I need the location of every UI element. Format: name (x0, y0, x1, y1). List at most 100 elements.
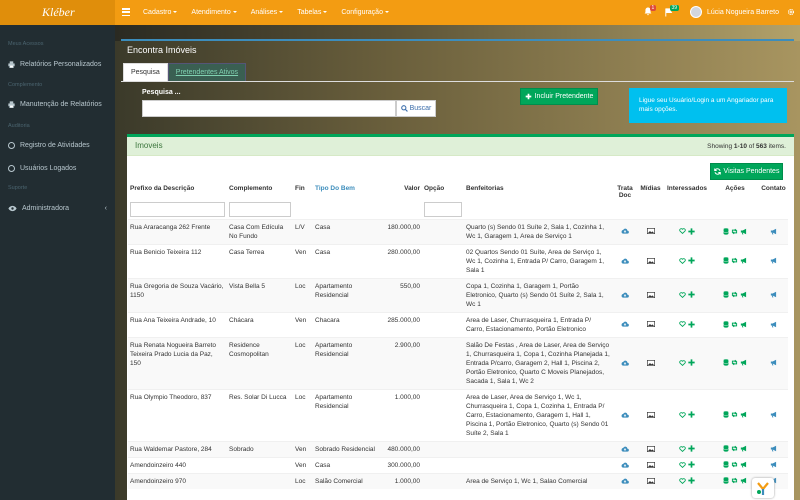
heart-outline-icon[interactable] (679, 228, 686, 235)
cloud-upload-icon[interactable] (621, 360, 629, 366)
bullhorn-icon[interactable] (740, 359, 748, 366)
megaphone-icon[interactable] (770, 461, 778, 468)
image-icon[interactable] (646, 291, 655, 298)
cloud-upload-icon[interactable] (621, 478, 629, 484)
plus-icon[interactable] (688, 228, 695, 235)
filter-complemento-input[interactable] (229, 202, 291, 218)
hamburger-menu-icon[interactable] (122, 8, 130, 17)
plus-icon[interactable] (688, 257, 695, 264)
heart-outline-icon[interactable] (679, 258, 686, 264)
bullhorn-icon[interactable] (740, 228, 748, 235)
col-opcao[interactable]: Opção (422, 183, 464, 201)
plus-icon[interactable] (688, 291, 695, 298)
megaphone-icon[interactable] (770, 291, 778, 298)
table-row[interactable]: Amendoinzeiro 970 Loc Salão Comercial 1.000… (128, 472, 788, 489)
megaphone-icon[interactable] (770, 445, 778, 452)
megaphone-icon[interactable] (770, 359, 778, 366)
sidebar-item-relatorios-personalizados[interactable]: Relatórios Personalizados (0, 54, 115, 74)
col-tipo-do-bem[interactable]: Tipo Do Bem (313, 183, 381, 201)
heart-outline-icon[interactable] (679, 412, 686, 418)
heart-outline-icon[interactable] (679, 462, 686, 468)
cloud-upload-icon[interactable] (621, 412, 629, 418)
tab-pretendentes-ativos[interactable]: Pretendentes Ativos (167, 63, 247, 81)
user-name[interactable]: Lúcia Nogueira Barreto (707, 0, 779, 25)
database-icon[interactable] (722, 461, 729, 468)
heart-outline-icon[interactable] (679, 360, 686, 366)
menu-tabelas[interactable]: Tabelas (297, 0, 328, 25)
col-valor[interactable]: Valor (381, 183, 422, 201)
heart-outline-icon[interactable] (679, 446, 686, 452)
menu-atendimento[interactable]: Atendimento (191, 0, 237, 25)
retweet-icon[interactable] (731, 445, 738, 452)
database-icon[interactable] (722, 291, 729, 298)
retweet-icon[interactable] (731, 411, 738, 418)
gear-icon[interactable] (787, 8, 795, 16)
sidebar-item-usuarios-logados[interactable]: Usuários Logados (0, 158, 115, 178)
plus-icon[interactable] (688, 445, 695, 452)
col-complemento[interactable]: Complemento (227, 183, 293, 201)
retweet-icon[interactable] (731, 477, 738, 484)
cloud-upload-icon[interactable] (621, 258, 629, 264)
table-row[interactable]: Rua Benicio Teixeira 112 Casa Terrea Ven Ca… (128, 243, 788, 278)
bullhorn-icon[interactable] (740, 477, 748, 484)
heart-outline-icon[interactable] (679, 292, 686, 298)
cloud-upload-icon[interactable] (621, 292, 629, 298)
image-icon[interactable] (646, 359, 655, 366)
menu-configuracao[interactable]: Configuração (341, 0, 389, 25)
database-icon[interactable] (722, 359, 729, 366)
table-row[interactable]: Rua Araracanga 262 Frente Casa Com Edícul… (128, 218, 788, 244)
megaphone-icon[interactable] (770, 411, 778, 418)
table-row[interactable]: Rua Ana Teixeira Andrade, 10 Chácara Ven Ch… (128, 311, 788, 337)
image-icon[interactable] (646, 411, 655, 418)
cloud-upload-icon[interactable] (621, 321, 629, 327)
table-row[interactable]: Rua Renata Nogueira Barreto Teixeira Pra… (128, 336, 788, 389)
cloud-upload-icon[interactable] (621, 228, 629, 234)
sidebar-item-registro-atividades[interactable]: Registro de Atividades (0, 135, 115, 155)
image-icon[interactable] (646, 257, 655, 264)
plus-icon[interactable] (688, 321, 695, 328)
retweet-icon[interactable] (731, 257, 738, 264)
bullhorn-icon[interactable] (740, 321, 748, 328)
megaphone-icon[interactable] (770, 257, 778, 264)
plus-icon[interactable] (688, 477, 695, 484)
sidebar-item-administradora[interactable]: Administradora ‹ (0, 198, 115, 218)
database-icon[interactable] (722, 445, 729, 452)
col-prefixo[interactable]: Prefixo da Descrição (128, 183, 227, 201)
database-icon[interactable] (722, 228, 729, 235)
megaphone-icon[interactable] (770, 321, 778, 328)
plus-icon[interactable] (688, 359, 695, 366)
menu-cadastro[interactable]: Cadastro (143, 0, 178, 25)
brand-logo[interactable]: Kléber (0, 0, 115, 25)
visitas-pendentes-button[interactable]: Visitas Pendentes (710, 163, 783, 180)
col-benfeitorias[interactable]: Benfeitorias (464, 183, 612, 201)
database-icon[interactable] (722, 477, 729, 484)
sidebar-item-manutencao-relatorios[interactable]: Manutenção de Relatórios (0, 94, 115, 114)
plus-icon[interactable] (688, 461, 695, 468)
filter-opcao-input[interactable] (424, 202, 462, 218)
retweet-icon[interactable] (731, 461, 738, 468)
tab-pesquisa[interactable]: Pesquisa (123, 63, 168, 81)
megaphone-icon[interactable] (770, 228, 778, 235)
search-button[interactable]: Buscar (396, 100, 436, 117)
heart-outline-icon[interactable] (679, 321, 686, 328)
retweet-icon[interactable] (731, 321, 738, 328)
plus-icon[interactable] (688, 411, 695, 418)
bullhorn-icon[interactable] (740, 445, 748, 452)
retweet-icon[interactable] (731, 228, 738, 235)
database-icon[interactable] (722, 411, 729, 418)
cloud-upload-icon[interactable] (621, 446, 629, 452)
col-fin[interactable]: Fin (293, 183, 313, 201)
bullhorn-icon[interactable] (740, 461, 748, 468)
user-avatar[interactable] (690, 6, 702, 18)
image-icon[interactable] (646, 321, 655, 328)
retweet-icon[interactable] (731, 291, 738, 298)
bullhorn-icon[interactable] (740, 257, 748, 264)
bullhorn-icon[interactable] (740, 411, 748, 418)
table-row[interactable]: Amendoinzeiro 440 Ven Casa 300.000,00 (128, 456, 788, 473)
bullhorn-icon[interactable] (740, 291, 748, 298)
floating-help-button[interactable] (752, 478, 774, 498)
table-row[interactable]: Rua Olympio Theodoro, 837 Res. Solar Di L… (128, 388, 788, 441)
table-row[interactable]: Rua Gregoria de Souza Vacário, 1150 Vista… (128, 277, 788, 312)
heart-outline-icon[interactable] (679, 478, 686, 484)
incluir-pretendente-button[interactable]: Incluir Pretendente (520, 88, 598, 105)
